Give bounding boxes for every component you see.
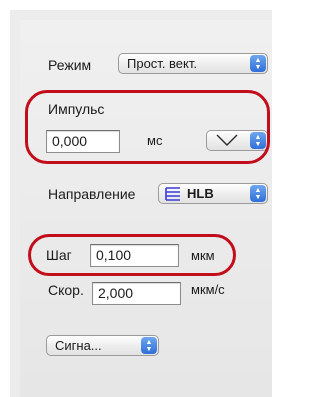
step-unit: мкм (191, 248, 215, 263)
speed-unit: мкм/с (191, 282, 225, 297)
mode-popup[interactable]: Прост. вект. ▲ ▼ (118, 53, 268, 74)
step-input[interactable]: 0,100 (90, 244, 179, 267)
speed-input[interactable]: 2,000 (92, 282, 181, 305)
signal-popup-value: Сигна... (55, 338, 102, 353)
pulse-shape-popup[interactable]: ▲ ▼ (206, 130, 268, 151)
step-label: Шаг (46, 247, 72, 263)
pulse-input[interactable]: 0,000 (46, 130, 120, 153)
direction-label: Направление (48, 186, 136, 202)
direction-lines-icon (165, 187, 180, 201)
speed-label: Скор. (48, 282, 84, 298)
direction-popup-value: HLB (187, 186, 214, 201)
signal-stepper-icon: ▲ ▼ (141, 337, 157, 354)
mode-popup-value: Прост. вект. (127, 56, 197, 71)
direction-popup[interactable]: HLB ▲ ▼ (158, 183, 268, 204)
direction-stepper-icon: ▲ ▼ (250, 185, 266, 202)
v-shape-icon (216, 134, 238, 146)
settings-panel: Режим Прост. вект. ▲ ▼ Импульс 0,000 мс ▲… (0, 0, 272, 397)
mode-label: Режим (48, 57, 92, 73)
pulse-unit: мс (147, 133, 163, 148)
mode-stepper-icon: ▲ ▼ (250, 55, 266, 72)
pulse-shape-stepper-icon: ▲ ▼ (250, 132, 266, 149)
pulse-title: Импульс (48, 101, 105, 117)
signal-popup[interactable]: Сигна... ▲ ▼ (46, 335, 159, 356)
